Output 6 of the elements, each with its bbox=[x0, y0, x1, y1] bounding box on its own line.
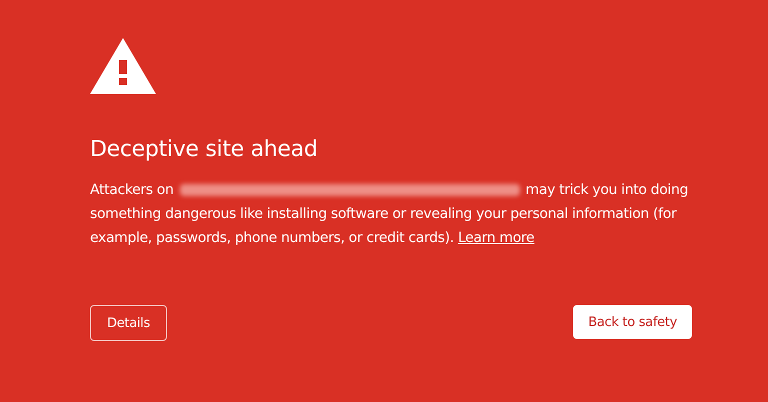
warning-message: Attackers on may trick you into doing something dangerous like installing software or revealing your personal information (for example, passwords, phone numbers, or credit cards). Learn more bbox=[90, 181, 690, 248]
page-heading: Deceptive site ahead bbox=[90, 136, 318, 164]
learn-more-link[interactable]: Learn more bbox=[458, 230, 534, 246]
warning-icon bbox=[90, 38, 156, 94]
back-to-safety-button[interactable]: Back to safety bbox=[573, 305, 692, 339]
details-button[interactable]: Details bbox=[90, 305, 167, 341]
